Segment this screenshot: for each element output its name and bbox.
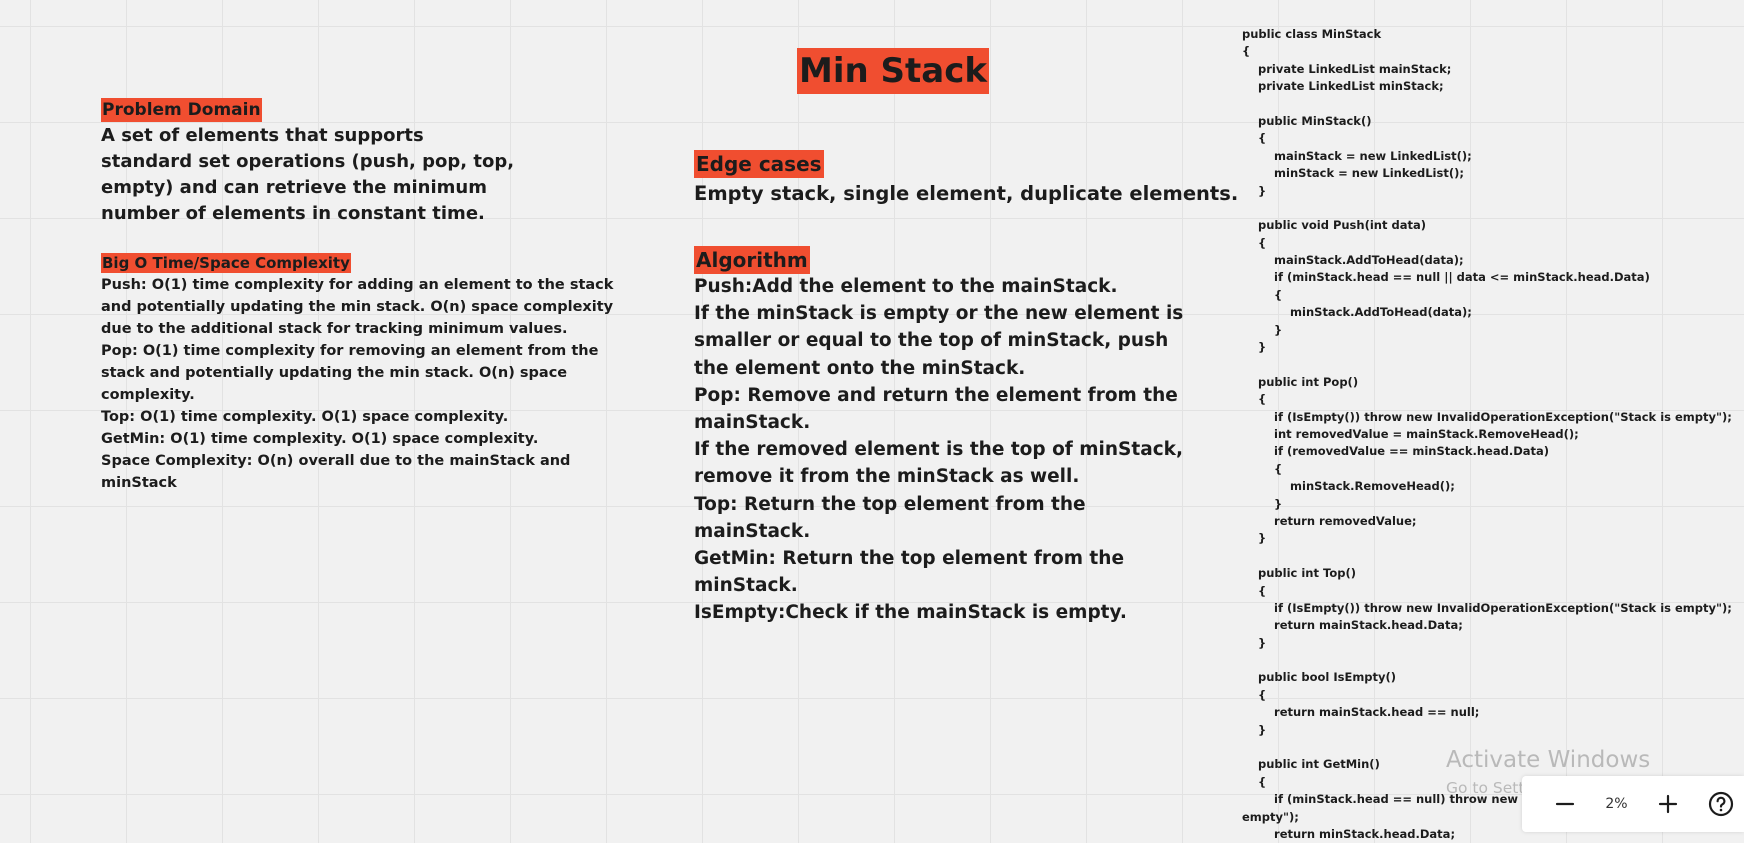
code-line: } [1242,340,1267,355]
problem-domain-text[interactable]: A set of elements that supports standard… [101,123,521,227]
algorithm-line: Top: Return the top element from the mai… [694,493,1086,542]
code-line: { [1242,44,1251,59]
code-line: } [1242,496,1283,511]
algorithm-line: IsEmpty:Check if the mainStack is empty. [694,602,1127,624]
code-line: { [1242,461,1283,476]
problem-domain-heading[interactable]: Problem Domain [101,98,262,122]
board-title[interactable]: Min Stack [797,48,989,94]
code-line: if (IsEmpty()) throw new InvalidOperatio… [1242,600,1732,615]
code-line: private LinkedList minStack; [1242,79,1444,94]
watermark-title: Activate Windows [1446,747,1651,773]
code-line: public int Top() [1242,566,1356,581]
big-o-line: Push: O(1) time complexity for adding an… [101,277,614,337]
code-line: public MinStack() [1242,113,1372,128]
code-line: } [1242,722,1267,737]
code-line: public bool IsEmpty() [1242,670,1397,685]
big-o-text[interactable]: Push: O(1) time complexity for adding an… [101,274,621,494]
code-line: int removedValue = mainStack.RemoveHead(… [1242,426,1579,441]
big-o-line: Pop: O(1) time complexity for removing a… [101,343,599,403]
edge-cases-text[interactable]: Empty stack, single element, duplicate e… [694,180,1238,208]
code-line: mainStack = new LinkedList(); [1242,148,1472,163]
code-line: minStack = new LinkedList(); [1242,166,1464,181]
big-o-line: GetMin: O(1) time complexity. O(1) space… [101,431,539,447]
algorithm-line: GetMin: Return the top element from the … [694,548,1124,597]
algorithm-line: Push:Add the element to the mainStack. [694,276,1118,297]
code-line: if (IsEmpty()) throw new InvalidOperatio… [1242,409,1732,424]
algorithm-text[interactable]: Push:Add the element to the mainStack. I… [694,273,1184,627]
code-line: return mainStack.head.Data; [1242,618,1463,633]
code-line: } [1242,183,1267,198]
code-line: { [1242,287,1283,302]
code-line: public void Push(int data) [1242,218,1426,233]
code-line: } [1242,635,1267,650]
code-line: { [1242,687,1267,702]
code-line: return removedValue; [1242,513,1417,528]
code-line: return mainStack.head == null; [1242,705,1480,720]
zoom-level: 2% [1605,796,1628,812]
zoom-out-button[interactable] [1542,784,1587,824]
code-line: } [1242,531,1267,546]
help-circle-icon [1709,791,1734,817]
code-line: } [1242,322,1283,337]
code-line: public int Pop() [1242,374,1359,389]
code-line: { [1242,131,1267,146]
code-line: public class MinStack [1242,27,1382,41]
help-button[interactable] [1699,784,1744,824]
code-line: minStack.RemoveHead(); [1242,479,1455,494]
big-o-heading[interactable]: Big O Time/Space Complexity [101,253,351,273]
algorithm-line: If the removed element is the top of min… [694,439,1184,488]
minus-icon [1555,802,1574,806]
plus-icon [1659,794,1678,814]
code-block[interactable]: public class MinStack { private LinkedLis… [1242,26,1732,843]
zoom-controls: 2% [1522,776,1744,832]
code-line: if (minStack.head == null || data <= min… [1242,270,1650,285]
zoom-in-button[interactable] [1646,784,1691,824]
algorithm-heading[interactable]: Algorithm [694,246,810,274]
code-line: if (removedValue == minStack.head.Data) [1242,444,1550,459]
code-line: mainStack.AddToHead(data); [1242,253,1464,268]
algorithm-line: If the minStack is empty or the new elem… [694,303,1184,379]
code-line: { [1242,235,1267,250]
algorithm-line: Pop: Remove and return the element from … [694,384,1178,434]
big-o-line: Space Complexity: O(n) overall due to th… [101,453,571,491]
code-line: { [1242,583,1267,598]
code-line: private LinkedList mainStack; [1242,61,1452,76]
code-line: { [1242,392,1267,407]
code-line: minStack.AddToHead(data); [1242,305,1472,320]
big-o-line: Top: O(1) time complexity. O(1) space co… [101,409,509,425]
edge-cases-heading[interactable]: Edge cases [694,150,824,178]
